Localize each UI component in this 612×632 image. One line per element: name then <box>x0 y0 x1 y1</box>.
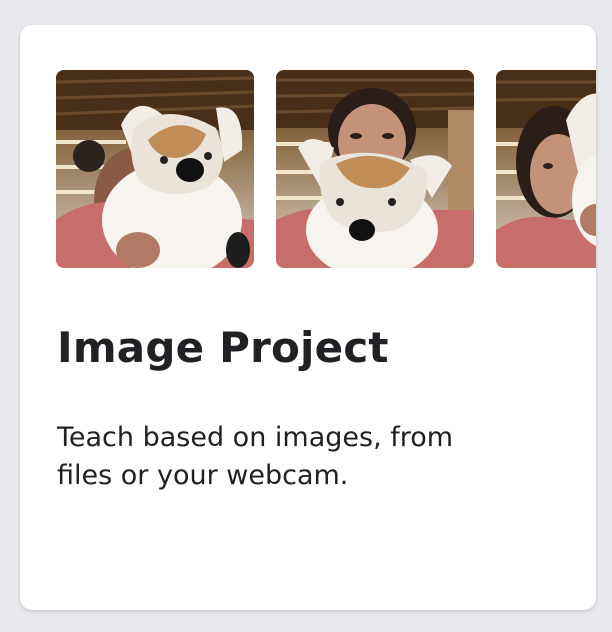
sample-photo-1 <box>56 70 254 268</box>
sample-image-strip <box>56 70 596 268</box>
card-title: Image Project <box>57 323 389 372</box>
sample-photo-2 <box>276 70 474 268</box>
sample-photo-3 <box>496 70 596 268</box>
card-description: Teach based on images, from files or you… <box>57 422 454 491</box>
image-project-card[interactable]: Image Project Teach based on images, fro… <box>20 25 596 610</box>
